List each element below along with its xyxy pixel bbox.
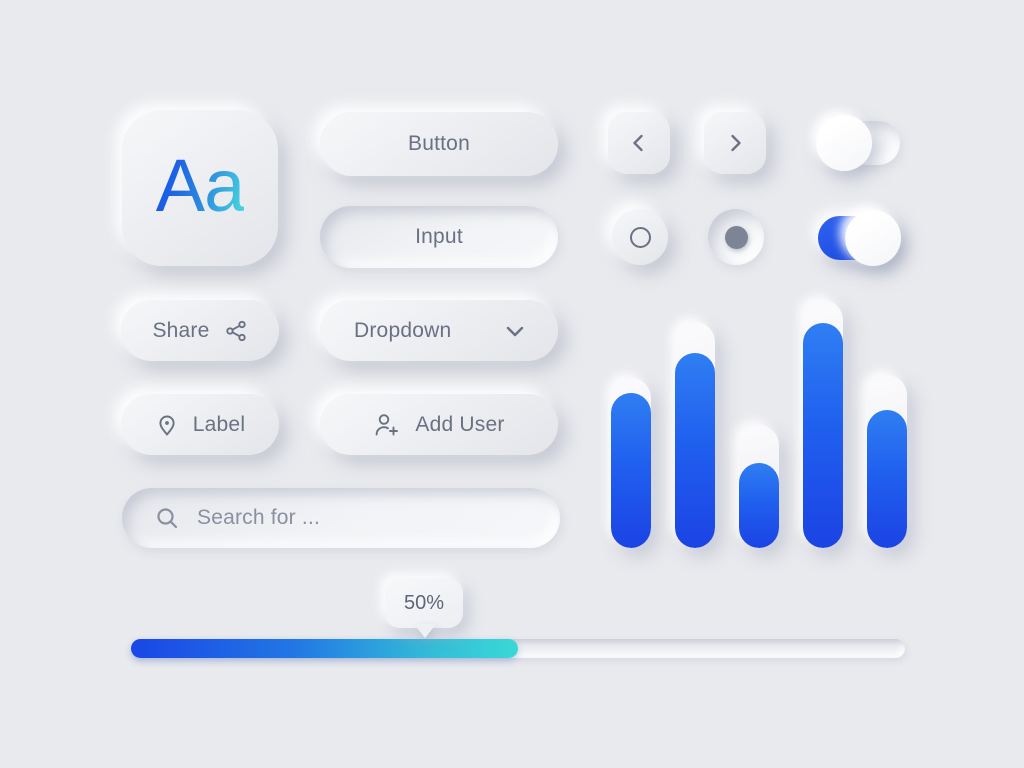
dropdown-button-label: Dropdown (354, 318, 452, 342)
slider-tooltip-pointer (414, 624, 436, 638)
add-user-button[interactable]: Add User (320, 394, 558, 455)
text-input[interactable]: Input (320, 206, 558, 268)
chevron-right-icon (723, 131, 747, 155)
bar-gauge[interactable] (611, 378, 651, 548)
radio-ring-icon (629, 226, 651, 248)
search-input[interactable]: Search for ... (122, 488, 560, 548)
bar-gauge[interactable] (867, 375, 907, 548)
bar-gauge[interactable] (803, 300, 843, 548)
share-button[interactable]: Share (121, 300, 279, 361)
toggle-on-knob[interactable] (845, 210, 901, 266)
bar-gauge-fill (803, 323, 843, 548)
slider-track[interactable] (131, 639, 905, 658)
toggle-off-knob[interactable] (816, 115, 872, 171)
bar-gauge-fill (867, 410, 907, 548)
primary-button[interactable]: Button (320, 112, 558, 176)
slider-value-label: 50% (403, 591, 445, 614)
chevron-down-icon (502, 318, 528, 344)
radio-selected[interactable] (708, 209, 764, 265)
chevron-left-icon (627, 131, 651, 155)
label-button-label: Label (192, 412, 246, 436)
primary-button-label: Button (408, 132, 470, 155)
search-icon (154, 505, 180, 531)
bar-gauge[interactable] (675, 322, 715, 548)
next-button[interactable] (704, 112, 766, 174)
map-pin-icon (155, 413, 179, 437)
radio-unselected[interactable] (612, 209, 668, 265)
bar-gauge-fill (675, 353, 715, 548)
add-user-button-label: Add User (415, 412, 505, 436)
user-plus-icon (373, 412, 401, 438)
search-input-placeholder: Search for ... (197, 506, 321, 529)
slider-fill (131, 639, 518, 658)
radio-dot-icon (724, 225, 748, 249)
label-button[interactable]: Label (121, 394, 279, 455)
bar-gauge-fill (611, 393, 651, 548)
bar-gauge-fill (739, 463, 779, 548)
text-input-value: Input (415, 225, 463, 248)
share-button-label: Share (152, 318, 210, 342)
prev-button[interactable] (608, 112, 670, 174)
typography-sample-text: Aa (155, 144, 246, 227)
share-icon (224, 319, 248, 343)
typography-tile[interactable]: Aa (122, 110, 278, 266)
bar-gauge[interactable] (739, 425, 779, 548)
ui-kit-canvas: Aa Button Input Share Dropdown Label Add… (0, 0, 1024, 768)
slider-tooltip: 50% (385, 578, 463, 628)
dropdown-button[interactable]: Dropdown (320, 300, 558, 361)
